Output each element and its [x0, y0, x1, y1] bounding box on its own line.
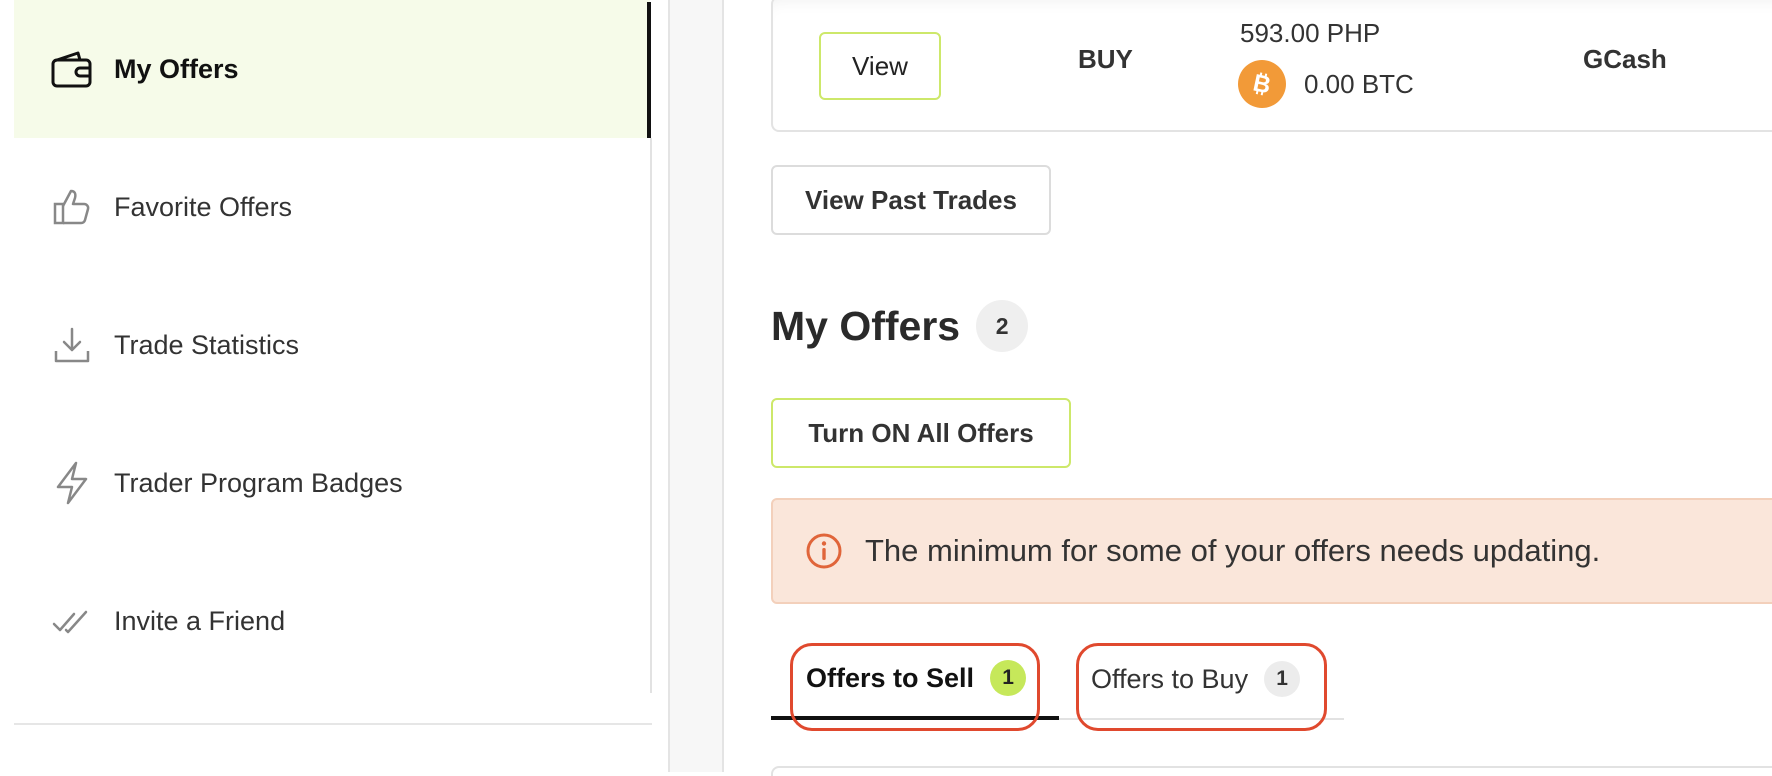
crypto-amount-row: B 0.00 BTC — [1238, 60, 1414, 108]
warning-alert: The minimum for some of your offers need… — [771, 498, 1772, 604]
info-icon — [805, 532, 843, 570]
bitcoin-icon: B — [1238, 60, 1286, 108]
tab-offers-to-sell[interactable]: Offers to Sell 1 — [771, 640, 1059, 720]
sidebar-item-label: Favorite Offers — [114, 191, 293, 222]
sidebar: My Offers Favorite Offers Trade Statisti… — [0, 0, 652, 772]
tab-offers-to-buy[interactable]: Offers to Buy 1 — [1091, 640, 1301, 718]
sidebar-item-label: My Offers — [114, 53, 239, 84]
offers-heading-row: My Offers 2 — [771, 300, 1029, 352]
sidebar-scrollbar[interactable] — [650, 138, 652, 693]
page-title: My Offers — [771, 302, 961, 349]
offers-count-badge: 2 — [976, 300, 1029, 352]
lightning-icon — [50, 461, 94, 505]
offer-tabs: Offers to Sell 1 Offers to Buy 1 — [771, 640, 1344, 720]
sidebar-item-label: Trader Program Badges — [114, 467, 403, 498]
count-badge: 1 — [1264, 661, 1301, 697]
sidebar-item-invite-a-friend[interactable]: Invite a Friend — [14, 552, 650, 690]
view-past-trades-button[interactable]: View Past Trades — [771, 165, 1051, 235]
offers-list-container — [771, 766, 1772, 776]
sidebar-item-trader-program-badges[interactable]: Trader Program Badges — [14, 414, 650, 552]
trade-type: BUY — [1078, 44, 1133, 74]
main-content: View BUY 593.00 PHP B 0.00 BTC GCash Vie… — [724, 0, 1772, 776]
payment-method: GCash — [1583, 44, 1667, 74]
sidebar-item-label: Invite a Friend — [114, 605, 286, 636]
thumbs-up-icon — [50, 185, 94, 229]
alert-message: The minimum for some of your offers need… — [865, 533, 1601, 568]
double-check-icon — [50, 599, 94, 643]
download-icon — [50, 323, 94, 367]
active-indicator — [647, 2, 651, 138]
fiat-amount: 593.00 PHP — [1240, 18, 1381, 48]
sidebar-item-my-offers[interactable]: My Offers — [14, 0, 650, 138]
tab-label: Offers to Buy — [1091, 663, 1249, 694]
sidebar-item-label: Trade Statistics — [114, 329, 300, 360]
turn-on-all-offers-button[interactable]: Turn ON All Offers — [771, 398, 1071, 468]
wallet-icon — [50, 47, 94, 91]
tab-label: Offers to Sell — [806, 662, 975, 693]
count-badge: 1 — [990, 660, 1027, 696]
trade-row: View BUY 593.00 PHP B 0.00 BTC GCash — [771, 0, 1772, 132]
panel-gutter — [668, 0, 724, 772]
crypto-amount: 0.00 BTC — [1304, 68, 1414, 99]
sidebar-item-trade-statistics[interactable]: Trade Statistics — [14, 276, 650, 414]
view-trade-button[interactable]: View — [819, 32, 941, 100]
divider — [14, 723, 652, 725]
sidebar-item-favorite-offers[interactable]: Favorite Offers — [14, 138, 650, 276]
